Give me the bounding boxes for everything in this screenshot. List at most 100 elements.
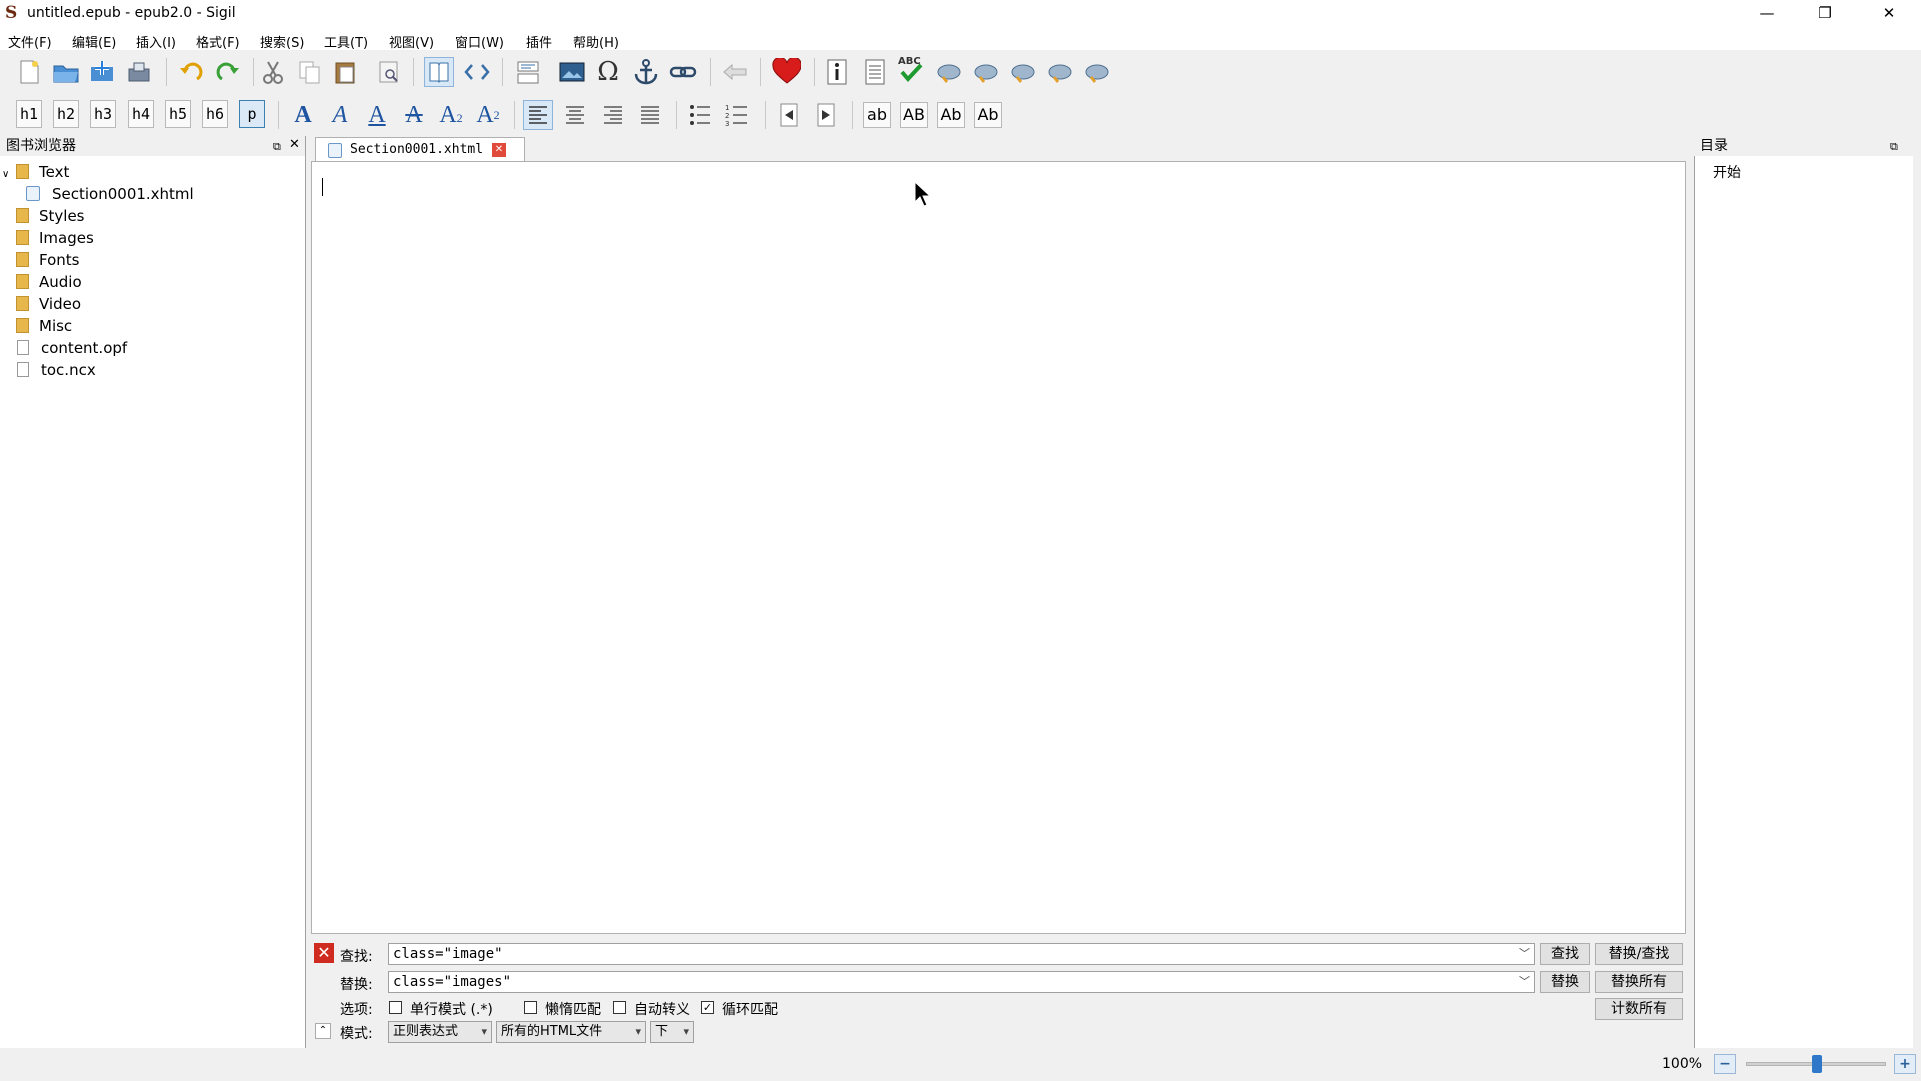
chevron-up-icon[interactable]: ⌃ — [315, 1023, 331, 1039]
align-right-icon[interactable] — [598, 100, 628, 130]
search-direction-select[interactable]: 下 ▾ — [650, 1021, 694, 1043]
paragraph-button[interactable]: p — [239, 100, 265, 128]
tree-item-images-folder[interactable]: Images — [16, 228, 94, 248]
close-tab-icon[interactable]: ✕ — [492, 143, 506, 157]
menu-edit[interactable]: 编辑(E) — [72, 32, 116, 51]
auto-tokenise-checkbox[interactable] — [613, 1001, 626, 1014]
wrap-checkbox[interactable]: ✓ — [701, 1001, 714, 1014]
spellcheck-icon[interactable]: ABC — [897, 54, 927, 84]
tree-item-content-opf[interactable]: content.opf — [17, 338, 127, 358]
strikethrough-icon[interactable]: A — [399, 100, 429, 130]
align-justify-icon[interactable] — [635, 100, 665, 130]
close-find-icon[interactable]: ✕ — [314, 943, 334, 963]
zoom-out-button[interactable]: − — [1714, 1054, 1736, 1074]
replace-button[interactable]: 替换 — [1540, 971, 1590, 993]
menu-file[interactable]: 文件(F) — [8, 32, 52, 51]
menu-view[interactable]: 视图(V) — [389, 32, 434, 51]
undo-icon[interactable] — [175, 57, 205, 87]
plugin-two-icon[interactable] — [1045, 57, 1075, 87]
save-icon[interactable] — [124, 57, 154, 87]
lowercase-button[interactable]: ab — [863, 102, 891, 128]
increase-indent-icon[interactable] — [811, 100, 841, 130]
tree-item-toc-ncx[interactable]: toc.ncx — [17, 360, 96, 380]
tree-item-fonts-folder[interactable]: Fonts — [16, 250, 79, 270]
tree-item-audio-folder[interactable]: Audio — [16, 272, 82, 292]
menu-help[interactable]: 帮助(H) — [573, 32, 619, 51]
menu-insert[interactable]: 插入(I) — [136, 32, 176, 51]
paste-icon[interactable] — [331, 57, 361, 87]
replace-find-button[interactable]: 替换/查找 — [1595, 943, 1683, 965]
code-view-icon[interactable] — [462, 57, 492, 87]
insert-anchor-icon[interactable] — [631, 57, 661, 87]
align-left-icon[interactable] — [523, 100, 553, 130]
tree-item-section-file[interactable]: Section0001.xhtml — [26, 184, 194, 204]
search-mode-select[interactable]: 正则表达式 ▾ — [388, 1021, 492, 1043]
chevron-down-icon[interactable]: ∨ — [2, 165, 16, 185]
capitalize-button[interactable]: Ab — [974, 102, 1002, 128]
copy-icon[interactable] — [295, 57, 325, 87]
new-file-icon[interactable] — [14, 57, 44, 87]
zoom-in-button[interactable]: + — [1894, 1054, 1916, 1074]
open-folder-icon[interactable] — [51, 57, 81, 87]
heading-2-button[interactable]: h2 — [53, 100, 79, 128]
heading-5-button[interactable]: h5 — [165, 100, 191, 128]
tab-section0001[interactable]: Section0001.xhtml ✕ — [315, 137, 525, 162]
superscript-icon[interactable]: A2 — [473, 100, 503, 130]
redo-icon[interactable] — [214, 57, 244, 87]
menu-plugins[interactable]: 插件 — [526, 32, 552, 51]
minimal-match-checkbox[interactable] — [524, 1001, 537, 1014]
metadata-info-icon[interactable] — [822, 57, 852, 87]
titlecase-button[interactable]: Ab — [937, 102, 965, 128]
toc-entry[interactable]: 开始 — [1713, 162, 1741, 182]
chevron-down-icon[interactable]: ﹀ — [1519, 944, 1530, 964]
book-view-icon[interactable] — [424, 57, 454, 87]
zoom-slider-handle[interactable] — [1812, 1055, 1822, 1073]
bullet-list-icon[interactable] — [685, 100, 715, 130]
insert-special-character-icon[interactable]: Ω — [593, 57, 623, 87]
menu-tools[interactable]: 工具(T) — [324, 32, 368, 51]
find-button[interactable]: 查找 — [1540, 943, 1590, 965]
tree-item-video-folder[interactable]: Video — [16, 294, 81, 314]
chevron-down-icon[interactable]: ﹀ — [1519, 972, 1530, 992]
menu-format[interactable]: 格式(F) — [196, 32, 240, 51]
decrease-indent-icon[interactable] — [774, 100, 804, 130]
print-preview-icon[interactable] — [374, 57, 404, 87]
heading-6-button[interactable]: h6 — [202, 100, 228, 128]
donate-heart-icon[interactable] — [771, 57, 801, 87]
find-input[interactable]: class="image" ﹀ — [388, 943, 1535, 965]
tree-item-text-folder[interactable]: ∨ Text — [2, 162, 69, 182]
underline-icon[interactable]: A — [362, 100, 392, 130]
well-formed-check-icon[interactable] — [934, 57, 964, 87]
heading-3-button[interactable]: h3 — [90, 100, 116, 128]
split-icon[interactable] — [513, 57, 543, 87]
close-panel-icon[interactable]: ✕ — [289, 137, 300, 152]
insert-link-icon[interactable] — [668, 57, 698, 87]
float-panel-icon[interactable]: ⧉ — [273, 140, 281, 154]
menu-window[interactable]: 窗口(W) — [455, 32, 504, 51]
tree-item-styles-folder[interactable]: Styles — [16, 206, 85, 226]
menu-search[interactable]: 搜索(S) — [260, 32, 304, 51]
heading-1-button[interactable]: h1 — [16, 100, 42, 128]
plugin-one-icon[interactable] — [1008, 57, 1038, 87]
plugin-three-icon[interactable] — [1082, 57, 1112, 87]
align-center-icon[interactable] — [560, 100, 590, 130]
book-view-editor[interactable] — [311, 161, 1686, 934]
heading-4-button[interactable]: h4 — [128, 100, 154, 128]
insert-image-icon[interactable] — [557, 57, 587, 87]
zoom-slider-track[interactable] — [1746, 1055, 1886, 1073]
validate-epub-icon[interactable] — [971, 57, 1001, 87]
bold-icon[interactable]: A — [288, 100, 318, 130]
table-of-contents-icon[interactable] — [860, 57, 890, 87]
go-back-icon[interactable] — [720, 57, 750, 87]
search-scope-select[interactable]: 所有的HTML文件 ▾ — [496, 1021, 646, 1043]
minimize-button[interactable]: — — [1738, 0, 1796, 28]
subscript-icon[interactable]: A2 — [436, 100, 466, 130]
numbered-list-icon[interactable]: 123 — [722, 100, 752, 130]
close-button[interactable]: ✕ — [1860, 0, 1918, 28]
replace-all-button[interactable]: 替换所有 — [1595, 971, 1683, 993]
count-all-button[interactable]: 计数所有 — [1595, 998, 1683, 1020]
float-panel-icon[interactable]: ⧉ — [1890, 140, 1898, 154]
tree-item-misc-folder[interactable]: Misc — [16, 316, 72, 336]
replace-input[interactable]: class="images" ﹀ — [388, 971, 1535, 993]
italic-icon[interactable]: A — [325, 100, 355, 130]
